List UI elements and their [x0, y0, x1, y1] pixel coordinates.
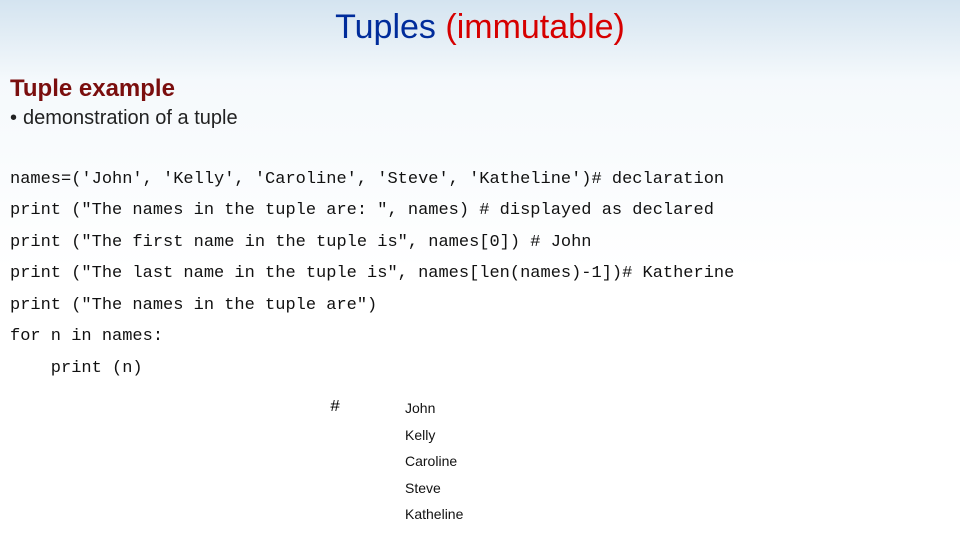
code-line: print ("The last name in the tuple is", … — [10, 264, 734, 283]
slide-title: Tuples (immutable) — [0, 0, 960, 47]
output-block: John Kelly Caroline Steve Katheline — [405, 395, 463, 528]
bullet-line: • demonstration of a tuple — [10, 107, 960, 130]
title-part1: Tuples — [335, 8, 445, 46]
output-line: Kelly — [405, 422, 463, 449]
output-line: Steve — [405, 475, 463, 502]
code-line: for n in names: — [10, 327, 163, 346]
code-line: print (n) — [10, 359, 143, 378]
code-line: names=('John', 'Kelly', 'Caroline', 'Ste… — [10, 170, 724, 189]
code-block: names=('John', 'Kelly', 'Caroline', 'Ste… — [10, 164, 960, 384]
output-line: Katheline — [405, 501, 463, 528]
bullet-dot: • — [10, 107, 17, 129]
code-line: print ("The names in the tuple are") — [10, 296, 377, 315]
hash-comment: # — [330, 398, 340, 417]
output-line: John — [405, 395, 463, 422]
title-part2: (immutable) — [445, 8, 624, 46]
code-line: print ("The first name in the tuple is",… — [10, 233, 592, 252]
section-subtitle: Tuple example — [10, 75, 960, 103]
bullet-text: demonstration of a tuple — [23, 107, 238, 129]
code-line: print ("The names in the tuple are: ", n… — [10, 201, 714, 220]
output-line: Caroline — [405, 448, 463, 475]
